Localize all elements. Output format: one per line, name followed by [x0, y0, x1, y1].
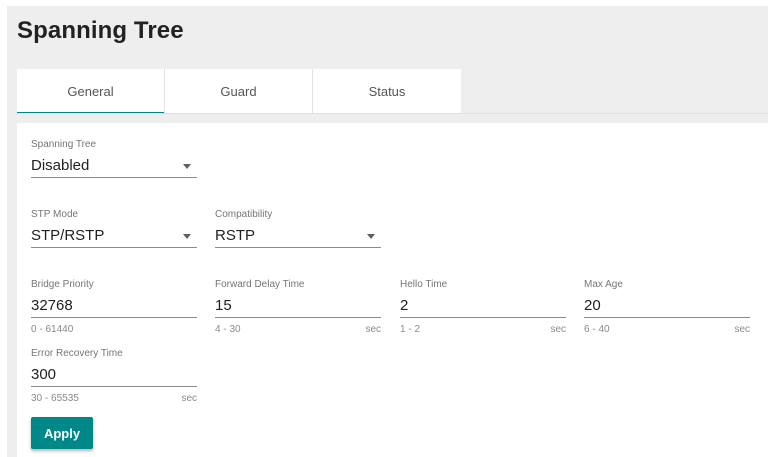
- error-recovery-time-input[interactable]: 300: [31, 364, 197, 386]
- max-age-field[interactable]: Max Age 20 6 - 40 sec: [584, 278, 750, 336]
- hello-time-hint: 1 - 2 sec: [400, 324, 566, 336]
- tab-status[interactable]: Status: [313, 69, 461, 114]
- compatibility-value: RSTP: [215, 227, 256, 244]
- caret-down-icon: [367, 234, 375, 239]
- max-age-label: Max Age: [584, 279, 623, 290]
- error-recovery-time-label: Error Recovery Time: [31, 348, 123, 359]
- tab-bar: General Guard Status: [17, 69, 461, 114]
- hello-time-range: 1 - 2: [400, 324, 421, 335]
- compatibility-label: Compatibility: [215, 209, 273, 220]
- max-age-hint: 6 - 40 sec: [584, 324, 750, 336]
- error-recovery-time-range: 30 - 65535: [31, 393, 79, 404]
- error-recovery-time-unit: sec: [181, 393, 197, 404]
- page-title: Spanning Tree: [17, 17, 184, 44]
- stp-mode-underline: [31, 247, 197, 248]
- stp-mode-value: STP/RSTP: [31, 227, 105, 244]
- apply-button[interactable]: Apply: [31, 417, 93, 449]
- forward-delay-time-label: Forward Delay Time: [215, 279, 305, 290]
- forward-delay-time-unit: sec: [365, 324, 381, 335]
- bridge-priority-hint: 0 - 61440: [31, 324, 197, 336]
- forward-delay-time-range: 4 - 30: [215, 324, 241, 335]
- compatibility-underline: [215, 247, 381, 248]
- hello-time-label: Hello Time: [400, 279, 448, 290]
- bridge-priority-input[interactable]: 32768: [31, 295, 197, 317]
- hello-time-underline: [400, 317, 566, 318]
- forward-delay-time-underline: [215, 317, 381, 318]
- compatibility-select[interactable]: Compatibility RSTP: [215, 208, 381, 248]
- hello-time-unit: sec: [550, 324, 566, 335]
- tab-guard[interactable]: Guard: [165, 69, 313, 114]
- forward-delay-time-field[interactable]: Forward Delay Time 15 4 - 30 sec: [215, 278, 381, 336]
- tab-divider: [17, 113, 768, 114]
- max-age-underline: [584, 317, 750, 318]
- forward-delay-time-hint: 4 - 30 sec: [215, 324, 381, 336]
- error-recovery-time-hint: 30 - 65535 sec: [31, 393, 197, 405]
- spanning-tree-select[interactable]: Spanning Tree Disabled: [31, 138, 197, 178]
- spanning-tree-label: Spanning Tree: [31, 139, 97, 150]
- spanning-tree-underline: [31, 177, 197, 178]
- bridge-priority-underline: [31, 317, 197, 318]
- bridge-priority-field[interactable]: Bridge Priority 32768 0 - 61440: [31, 278, 197, 336]
- bridge-priority-range: 0 - 61440: [31, 324, 74, 335]
- max-age-range: 6 - 40: [584, 324, 610, 335]
- forward-delay-time-input[interactable]: 15: [215, 295, 381, 317]
- max-age-unit: sec: [734, 324, 750, 335]
- caret-down-icon: [183, 164, 191, 169]
- caret-down-icon: [183, 234, 191, 239]
- hello-time-field[interactable]: Hello Time 2 1 - 2 sec: [400, 278, 566, 336]
- error-recovery-time-underline: [31, 386, 197, 387]
- error-recovery-time-field[interactable]: Error Recovery Time 300 30 - 65535 sec: [31, 347, 197, 405]
- general-settings-card: Spanning Tree Disabled STP Mode STP/RSTP…: [17, 123, 768, 457]
- max-age-input[interactable]: 20: [584, 295, 750, 317]
- stp-mode-select[interactable]: STP Mode STP/RSTP: [31, 208, 197, 248]
- bridge-priority-label: Bridge Priority: [31, 279, 94, 290]
- spanning-tree-value: Disabled: [31, 157, 90, 174]
- stp-mode-label: STP Mode: [31, 209, 79, 220]
- hello-time-input[interactable]: 2: [400, 295, 566, 317]
- tab-general[interactable]: General: [17, 69, 165, 114]
